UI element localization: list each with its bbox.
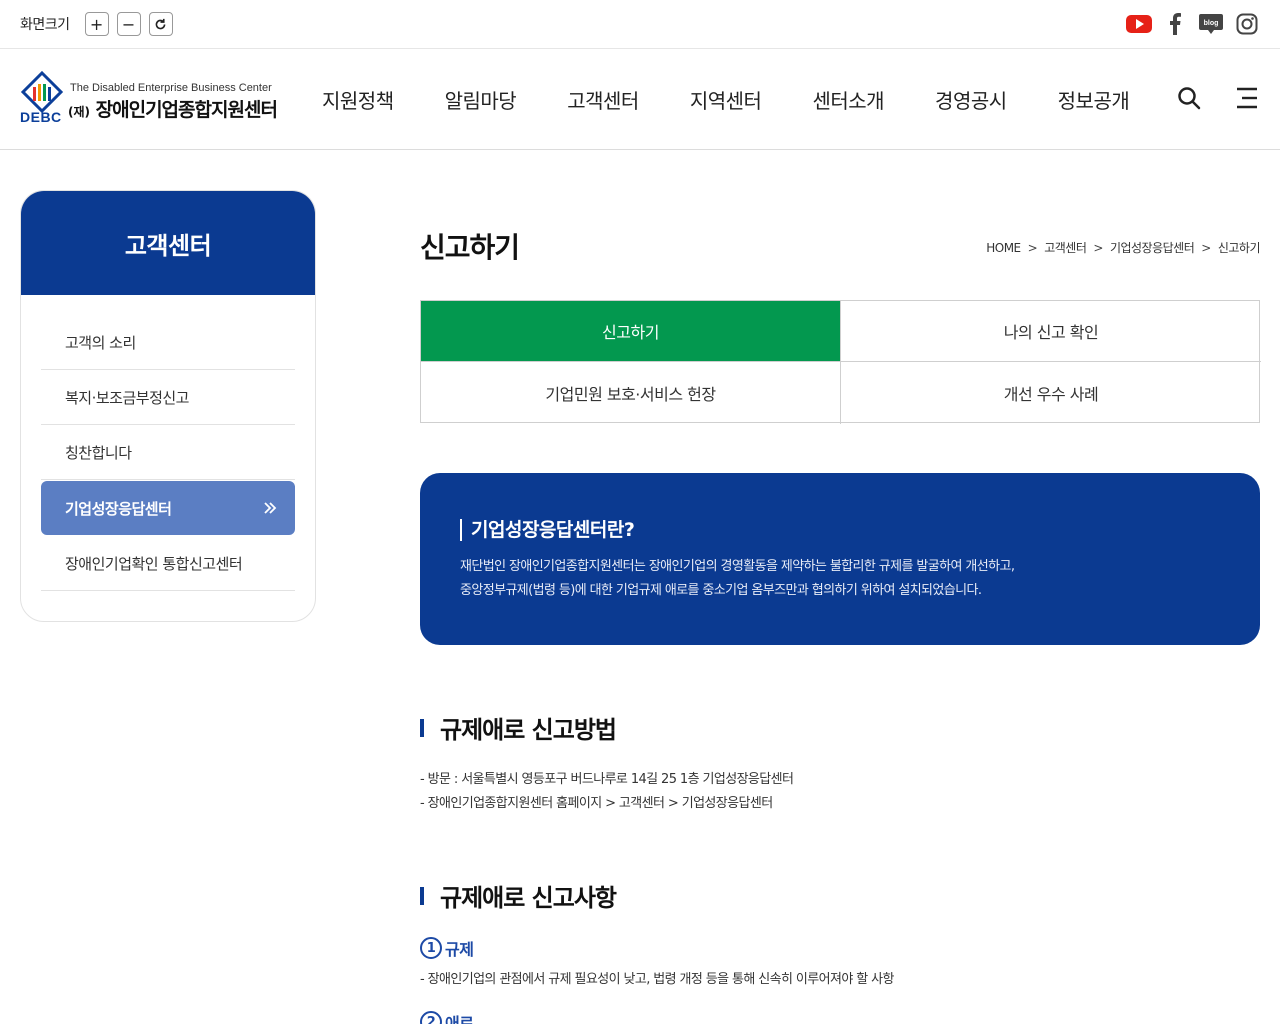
page-title: 신고하기 bbox=[420, 231, 520, 264]
intro-text-line1: 재단법인 장애인기업종합지원센터는 장애인기업의 경영활동을 제약하는 불합리한… bbox=[460, 559, 1015, 574]
method-line-2: - 장애인기업종합지원센터 홈페이지 > 고객센터 > 기업성장응답센터 bbox=[420, 796, 773, 811]
refresh-icon bbox=[155, 18, 166, 29]
breadcrumb-separator: > bbox=[1093, 240, 1103, 255]
breadcrumb-item[interactable]: 고객센터 bbox=[1044, 239, 1087, 256]
nav-item-notice[interactable]: 알림마당 bbox=[445, 85, 517, 114]
tab-report[interactable]: 신고하기 bbox=[421, 301, 841, 362]
subheading-text: 규제 bbox=[445, 940, 474, 959]
blog-icon-text: blog bbox=[1204, 20, 1219, 27]
sidebar-item-subsidy-report[interactable]: 복지·보조금부정신고 bbox=[41, 370, 295, 425]
logo-abbr: DEBC bbox=[20, 109, 62, 125]
sidebar-item-customer-voice[interactable]: 고객의 소리 bbox=[41, 315, 295, 370]
zoom-in-button[interactable]: + bbox=[84, 12, 109, 36]
nav-item-disclosure[interactable]: 경영공시 bbox=[935, 85, 1007, 114]
intro-box: 기업성장응답센터란? 재단법인 장애인기업종합지원센터는 장애인기업의 경영활동… bbox=[420, 473, 1260, 645]
logo-prefix: (재) bbox=[68, 105, 91, 119]
breadcrumb-home[interactable]: HOME bbox=[986, 241, 1021, 255]
section-bar bbox=[420, 718, 424, 737]
breadcrumb-separator: > bbox=[1201, 240, 1211, 255]
subheading-text: 애로 bbox=[445, 1014, 474, 1024]
sidebar-item-praise[interactable]: 칭찬합니다 bbox=[41, 425, 295, 480]
sidebar-item-label: 칭찬합니다 bbox=[65, 443, 132, 462]
breadcrumb-item[interactable]: 기업성장응답센터 bbox=[1110, 239, 1195, 256]
menu-icon[interactable] bbox=[1234, 85, 1260, 111]
sidebar-item-growth-center[interactable]: 기업성장응답센터 bbox=[41, 481, 295, 535]
intro-title: 기업성장응답센터란? bbox=[460, 519, 635, 541]
sidebar-title: 고객센터 bbox=[21, 191, 315, 295]
breadcrumb-separator: > bbox=[1027, 240, 1038, 255]
number-badge: 2 bbox=[420, 1011, 442, 1024]
site-logo[interactable]: DEBC The Disabled Enterprise Business Ce… bbox=[20, 71, 285, 127]
nav-item-region[interactable]: 지역센터 bbox=[690, 85, 762, 114]
youtube-icon[interactable] bbox=[1126, 11, 1152, 37]
sidebar-item-label: 고객의 소리 bbox=[65, 333, 136, 352]
header-actions bbox=[1144, 85, 1260, 111]
sidebar: 고객센터 고객의 소리 복지·보조금부정신고 칭찬합니다 기업성장응답센터 장애… bbox=[20, 190, 316, 622]
main-nav: 지원정책 알림마당 고객센터 지역센터 센터소개 경영공시 정보공개 bbox=[322, 85, 1180, 114]
zoom-controls: 화면크기 + − bbox=[20, 12, 181, 36]
sidebar-list: 고객의 소리 복지·보조금부정신고 칭찬합니다 기업성장응답센터 장애인기업확인… bbox=[21, 295, 315, 591]
logo-korean-name: (재) 장애인기업종합지원센터 bbox=[68, 95, 278, 122]
zoom-label: 화면크기 bbox=[20, 17, 70, 33]
search-icon[interactable] bbox=[1176, 85, 1202, 111]
tab-best-cases[interactable]: 개선 우수 사례 bbox=[841, 362, 1261, 424]
utility-bar: 화면크기 + − blog bbox=[0, 0, 1280, 49]
social-links: blog bbox=[1116, 11, 1260, 37]
tab-service-charter[interactable]: 기업민원 보호·서비스 헌장 bbox=[421, 362, 841, 424]
instagram-icon[interactable] bbox=[1234, 11, 1260, 37]
nav-item-customer[interactable]: 고객센터 bbox=[567, 85, 639, 114]
breadcrumb-current: 신고하기 bbox=[1217, 241, 1261, 255]
zoom-out-button[interactable]: − bbox=[116, 12, 141, 36]
nav-item-about[interactable]: 센터소개 bbox=[812, 85, 884, 114]
intro-text-line2: 중앙정부규제(법령 등)에 대한 기업규제 애로를 중소기업 옴부즈만과 협의하… bbox=[460, 583, 982, 598]
section-title-text: 규제애로 신고사항 bbox=[440, 884, 617, 912]
blog-icon[interactable]: blog bbox=[1198, 11, 1224, 37]
site-header: DEBC The Disabled Enterprise Business Ce… bbox=[0, 49, 1280, 150]
sub-tabs: 신고하기 나의 신고 확인 기업민원 보호·서비스 헌장 개선 우수 사례 bbox=[420, 300, 1261, 424]
double-chevron-right-icon bbox=[264, 502, 277, 514]
subheading-regulation: 1 규제 bbox=[420, 936, 474, 960]
sidebar-item-label: 장애인기업확인 통합신고센터 bbox=[65, 554, 243, 573]
logo-english-name: The Disabled Enterprise Business Center bbox=[70, 82, 272, 94]
section-title-items: 규제애로 신고사항 bbox=[420, 878, 617, 913]
nav-item-policy[interactable]: 지원정책 bbox=[322, 85, 394, 114]
sidebar-item-label: 기업성장응답센터 bbox=[65, 499, 172, 518]
regulation-desc: - 장애인기업의 관점에서 규제 필요성이 낮고, 법령 개정 등을 통해 신속… bbox=[420, 972, 894, 987]
logo-ko-text: 장애인기업종합지원센터 bbox=[95, 99, 278, 121]
number-badge: 1 bbox=[420, 937, 442, 959]
sidebar-item-label: 복지·보조금부정신고 bbox=[65, 388, 189, 407]
subheading-difficulty: 2 애로 bbox=[420, 1010, 474, 1024]
section-title-method: 규제애로 신고방법 bbox=[420, 710, 617, 745]
sidebar-item-confirm-report[interactable]: 장애인기업확인 통합신고센터 bbox=[41, 536, 295, 591]
method-line-1: - 방문 : 서울특별시 영등포구 버드나루로 14길 25 1층 기업성장응답… bbox=[420, 772, 794, 787]
section-bar bbox=[420, 886, 424, 905]
tab-my-report[interactable]: 나의 신고 확인 bbox=[841, 301, 1261, 362]
facebook-icon[interactable] bbox=[1162, 11, 1188, 37]
breadcrumb: HOME > 고객센터 > 기업성장응답센터 > 신고하기 bbox=[986, 239, 1260, 256]
zoom-reset-button[interactable] bbox=[148, 12, 173, 36]
nav-item-info[interactable]: 정보공개 bbox=[1058, 85, 1130, 114]
section-title-text: 규제애로 신고방법 bbox=[440, 716, 617, 744]
